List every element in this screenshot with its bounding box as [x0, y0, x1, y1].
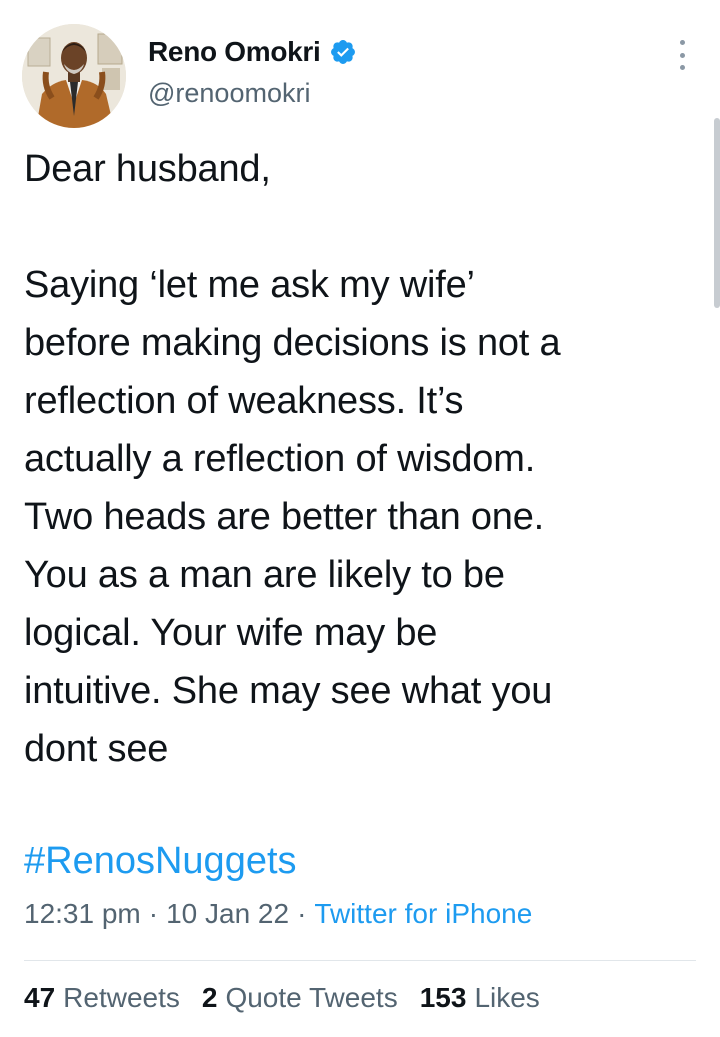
name-row: Reno Omokri [148, 34, 357, 70]
tweet-line: dont see [24, 728, 169, 770]
tweet-detail: Reno Omokri @renoomokri Dear husband, Sa… [0, 0, 720, 1037]
author-block: Reno Omokri @renoomokri [148, 34, 357, 109]
quote-tweets-stat[interactable]: 2 Quote Tweets [202, 982, 398, 1014]
tweet-line: actually a reflection of wisdom. [24, 438, 536, 480]
tweet-stats: 47 Retweets 2 Quote Tweets 153 Likes [24, 982, 562, 1014]
quote-tweets-label: Quote Tweets [225, 982, 398, 1013]
scrollbar[interactable] [714, 118, 720, 308]
quote-tweets-count: 2 [201, 982, 218, 1013]
meta-separator: · [297, 898, 307, 929]
divider [24, 960, 696, 961]
display-name[interactable]: Reno Omokri [148, 36, 321, 68]
tweet-line: intuitive. She may see what you [24, 670, 553, 712]
more-options-icon[interactable] [672, 40, 692, 70]
avatar-image [22, 24, 126, 128]
tweet-source-link[interactable]: Twitter for iPhone [314, 898, 532, 930]
retweets-label: Retweets [63, 982, 180, 1013]
likes-stat[interactable]: 153 Likes [420, 982, 540, 1014]
tweet-line: reflection of weakness. It’s [24, 380, 464, 422]
handle[interactable]: @renoomokri [148, 78, 357, 109]
likes-count: 153 [419, 982, 467, 1013]
meta-separator: · [148, 898, 159, 929]
tweet-line: logical. Your wife may be [24, 612, 438, 654]
tweet-line: Saying ‘let me ask my wife’ [24, 264, 475, 306]
tweet-line: Dear husband, [24, 148, 271, 190]
retweets-count: 47 [24, 982, 56, 1013]
avatar[interactable] [22, 24, 126, 128]
tweet-date[interactable]: 10 Jan 22 [166, 898, 289, 930]
likes-label: Likes [474, 982, 540, 1013]
tweet-time[interactable]: 12:31 pm [24, 898, 141, 930]
retweets-stat[interactable]: 47 Retweets [24, 982, 180, 1014]
verified-badge-icon [329, 38, 357, 66]
tweet-text: Dear husband, Saying ‘let me ask my wife… [24, 140, 694, 778]
tweet-line: before making decisions is not a [24, 322, 561, 364]
tweet-line: Two heads are better than one. [24, 496, 545, 538]
hashtag-link[interactable]: #RenosNuggets [24, 832, 297, 890]
tweet-meta: 12:31 pm · 10 Jan 22 · Twitter for iPhon… [24, 898, 532, 930]
tweet-line: You as a man are likely to be [24, 554, 505, 596]
